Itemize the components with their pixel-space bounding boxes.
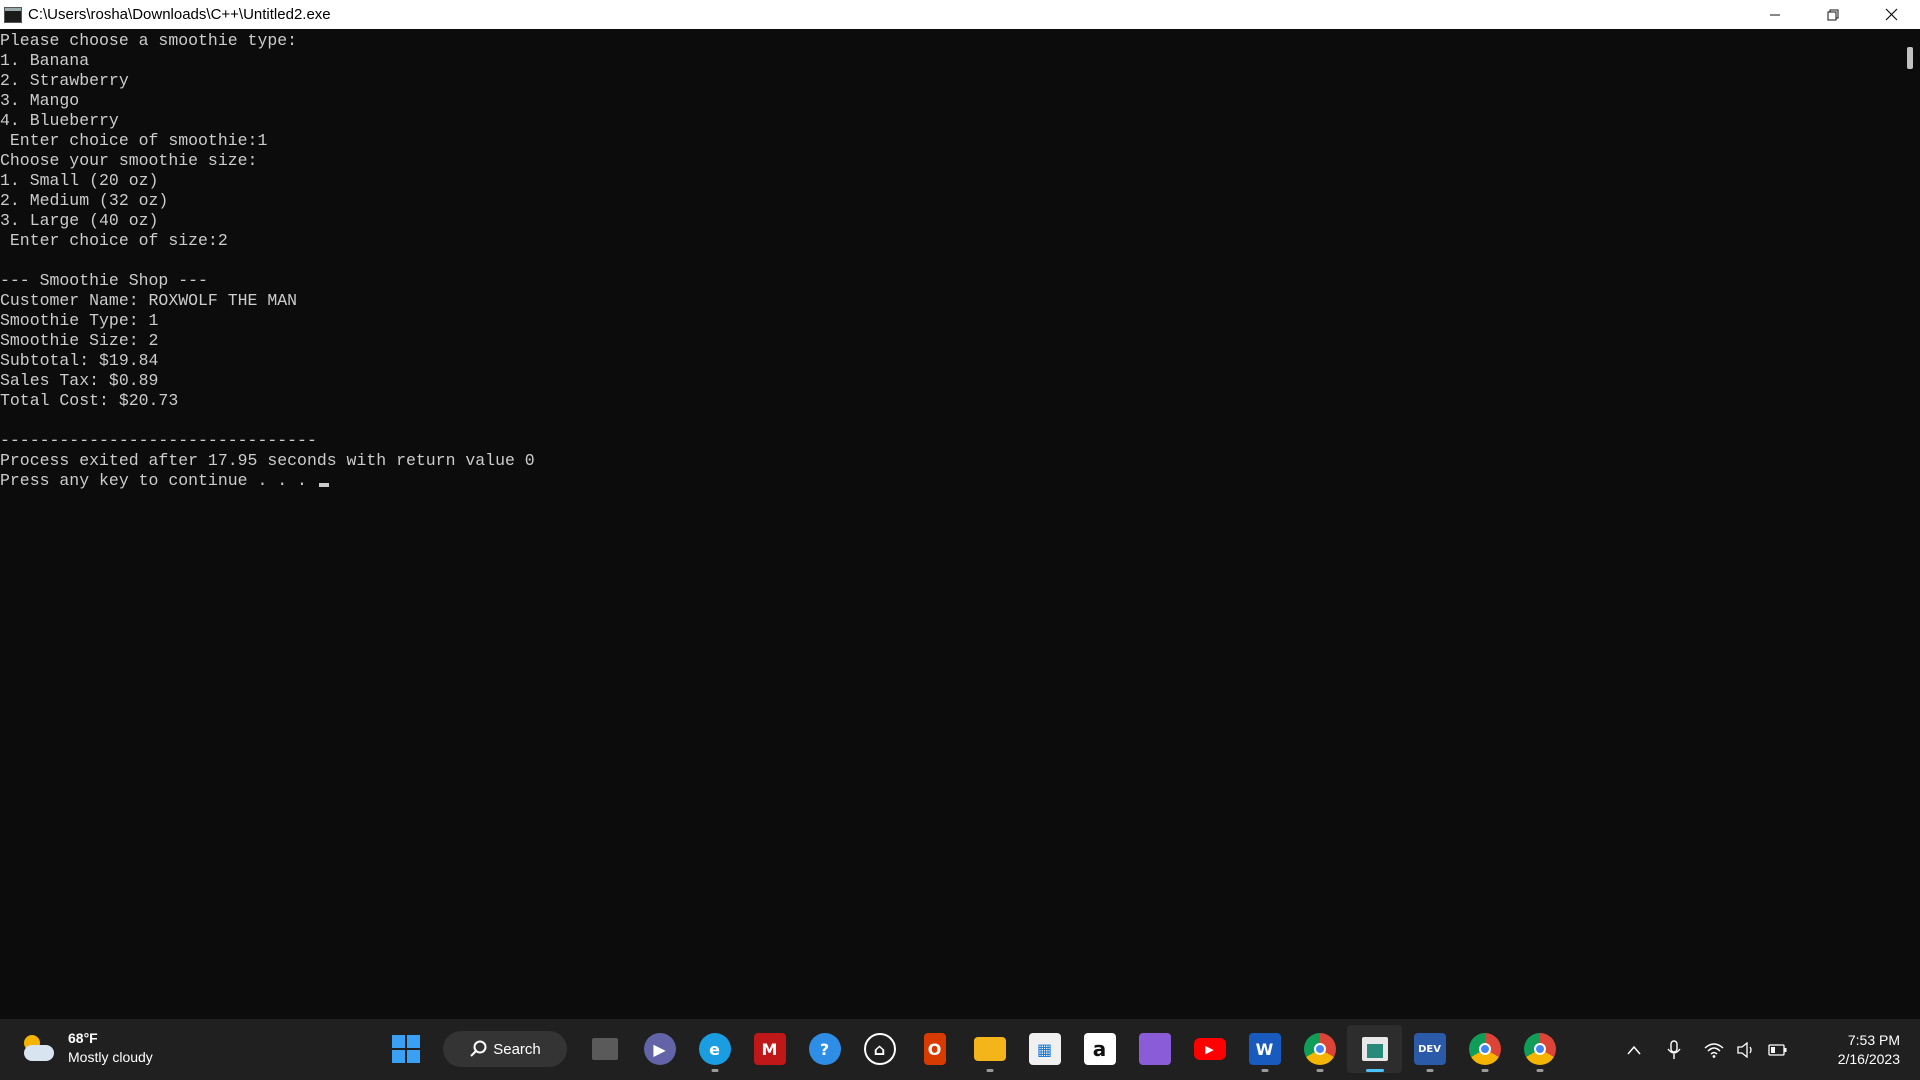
taskbar-app-chrome-3[interactable]: [1512, 1025, 1567, 1073]
windows-logo-icon: [391, 1035, 420, 1063]
taskbar-app-get-help[interactable]: ?: [797, 1025, 852, 1073]
taskbar-app-chrome-2[interactable]: [1457, 1025, 1512, 1073]
console-icon: [1361, 1037, 1388, 1061]
taskbar-clock[interactable]: 7:53 PM 2/16/2023: [1810, 1031, 1900, 1069]
weather-condition: Mostly cloudy: [68, 1049, 153, 1065]
console-line: --------------------------------: [0, 431, 317, 450]
taskbar-app-tool[interactable]: ⌂: [852, 1025, 907, 1073]
console-app-icon[interactable]: [4, 6, 22, 23]
system-tray: 7:53 PM 2/16/2023: [1618, 1019, 1920, 1080]
battery-icon[interactable]: [1762, 1034, 1794, 1066]
taskbar-app-chat[interactable]: ▶: [632, 1025, 687, 1073]
mcafee-icon: M: [753, 1033, 786, 1065]
taskbar-search[interactable]: Search: [443, 1031, 567, 1067]
taskbar-app-task-view[interactable]: [577, 1025, 632, 1073]
taskbar-app-word[interactable]: W: [1237, 1025, 1292, 1073]
taskbar-app-office[interactable]: O: [907, 1025, 962, 1073]
devcpp-icon: DEV: [1413, 1033, 1446, 1065]
task-view-icon: [591, 1038, 618, 1060]
weather-temperature: 68°F: [68, 1030, 98, 1046]
microphone-icon[interactable]: [1658, 1034, 1690, 1066]
clock-date: 2/16/2023: [1837, 1050, 1900, 1067]
taskbar-app-file-explorer[interactable]: [962, 1025, 1017, 1073]
taskbar-app-console[interactable]: [1347, 1025, 1402, 1073]
taskbar-app-mcafee[interactable]: M: [742, 1025, 797, 1073]
chat-icon: ▶: [643, 1033, 676, 1065]
console-line: 1. Small (20 oz): [0, 171, 159, 190]
start-button[interactable]: [378, 1025, 433, 1073]
taskbar-app-dev-cpp[interactable]: DEV: [1402, 1025, 1457, 1073]
chrome-icon: [1303, 1033, 1336, 1065]
weather-widget[interactable]: 68°F Mostly cloudy: [20, 1029, 153, 1067]
close-icon: [1885, 8, 1897, 21]
taskbar-app-edge[interactable]: e: [687, 1025, 742, 1073]
restore-icon: [1827, 9, 1839, 20]
store-icon: ▦: [1028, 1033, 1061, 1065]
youtube-icon: ▶: [1193, 1038, 1226, 1060]
console-line: Subtotal: $19.84: [0, 351, 159, 370]
window-titlebar[interactable]: C:\Users\rosha\Downloads\C++\Untitled2.e…: [0, 0, 1920, 29]
console-line: 3. Large (40 oz): [0, 211, 159, 230]
restore-button[interactable]: [1804, 0, 1862, 29]
console-line: Choose your smoothie size:: [0, 151, 258, 170]
taskbar-apps: Search ▶ e M ? ⌂ O ▦ a ▶ W DEV: [378, 1025, 1567, 1073]
chrome-icon: [1468, 1033, 1501, 1065]
office-icon: O: [923, 1033, 946, 1065]
console-line: --- Smoothie Shop ---: [0, 271, 208, 290]
edge-icon: e: [698, 1033, 731, 1065]
minimize-icon: [1770, 14, 1780, 15]
taskbar-app-chrome-1[interactable]: [1292, 1025, 1347, 1073]
word-icon: W: [1248, 1033, 1281, 1065]
partly-cloudy-icon: [20, 1031, 56, 1065]
taskbar-app-store[interactable]: ▦: [1017, 1025, 1072, 1073]
console-line: 2. Strawberry: [0, 71, 129, 90]
volume-icon[interactable]: [1730, 1034, 1762, 1066]
clock-time: 7:53 PM: [1847, 1031, 1900, 1048]
scrollbar-thumb[interactable]: [1907, 47, 1913, 69]
taskbar-app-amazon[interactable]: a: [1072, 1025, 1127, 1073]
console-line: Enter choice of size:2: [0, 231, 228, 250]
search-label: Search: [493, 1040, 541, 1058]
chrome-icon: [1523, 1033, 1556, 1065]
taskbar-app-clipchamp[interactable]: [1127, 1025, 1182, 1073]
console-line: Smoothie Type: 1: [0, 311, 159, 330]
console-line: 1. Banana: [0, 51, 90, 70]
console-line: Enter choice of smoothie:1: [0, 131, 268, 150]
console-line: Please choose a smoothie type:: [0, 31, 298, 50]
console-prompt-line: Press any key to continue . . .: [0, 471, 1900, 491]
console-prompt-text: Press any key to continue . . .: [0, 471, 317, 490]
console-line: 2. Medium (32 oz): [0, 191, 169, 210]
chevron-up-icon[interactable]: [1618, 1034, 1650, 1066]
close-button[interactable]: [1862, 0, 1920, 29]
console-output[interactable]: Please choose a smoothie type: 1. Banana…: [0, 29, 1900, 1019]
window-title: C:\Users\rosha\Downloads\C++\Untitled2.e…: [28, 6, 331, 23]
console-line: Total Cost: $20.73: [0, 391, 179, 410]
clipchamp-icon: [1138, 1033, 1171, 1065]
console-line: Customer Name: ROXWOLF THE MAN: [0, 291, 298, 310]
console-line: Sales Tax: $0.89: [0, 371, 159, 390]
console-scrollbar[interactable]: [1900, 29, 1920, 1019]
window-controls: [1746, 0, 1920, 29]
help-icon: ?: [808, 1033, 841, 1065]
wifi-icon[interactable]: [1698, 1034, 1730, 1066]
folder-icon: [973, 1037, 1006, 1061]
text-cursor: [318, 483, 329, 487]
console-line: Process exited after 17.95 seconds with …: [0, 451, 535, 470]
console-line: 4. Blueberry: [0, 111, 119, 130]
taskbar: 68°F Mostly cloudy Search ▶ e M ? ⌂ O ▦ …: [0, 1019, 1920, 1080]
console-line: Smoothie Size: 2: [0, 331, 159, 350]
console-line: 3. Mango: [0, 91, 80, 110]
search-icon: [470, 1040, 487, 1057]
amazon-icon: a: [1083, 1033, 1116, 1065]
tool-icon: ⌂: [863, 1033, 896, 1065]
taskbar-app-youtube[interactable]: ▶: [1182, 1025, 1237, 1073]
minimize-button[interactable]: [1746, 0, 1804, 29]
